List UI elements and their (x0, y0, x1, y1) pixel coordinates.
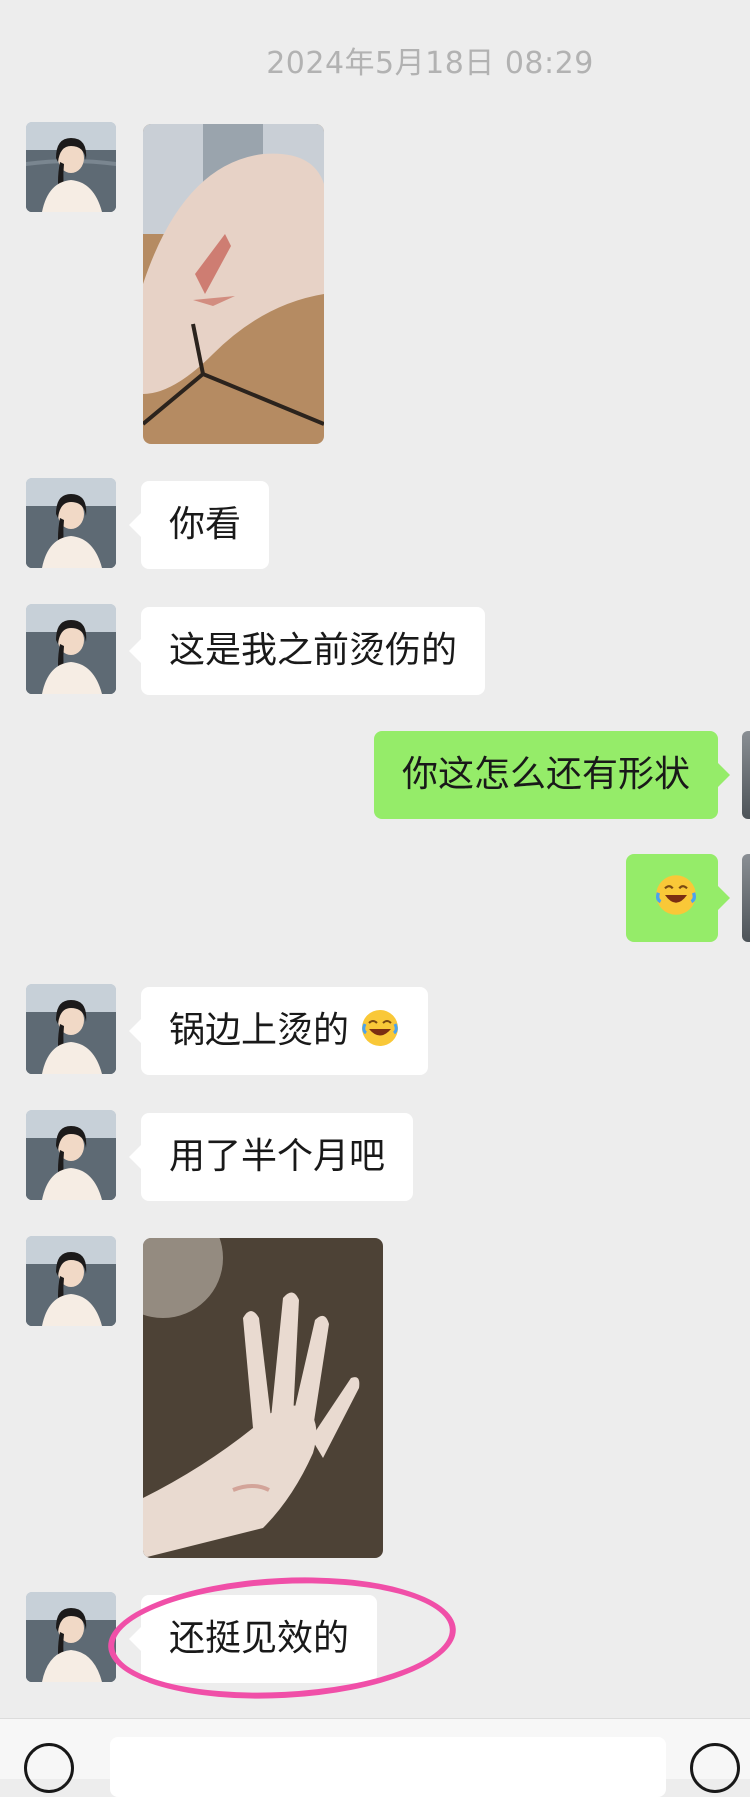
contact-avatar[interactable] (26, 984, 116, 1074)
image-message-healed[interactable] (143, 1238, 383, 1558)
outgoing-emoji-bubble[interactable] (626, 854, 730, 942)
message-bubble[interactable]: 你看 (128, 481, 270, 569)
avatar-photo (26, 984, 116, 1074)
contact-avatar[interactable] (26, 1110, 116, 1200)
input-bar (0, 1718, 750, 1797)
contact-avatar[interactable] (26, 604, 116, 694)
message-text: 你这怎么还有形状 (401, 754, 690, 795)
message-text: 这是我之前烫伤的 (169, 630, 458, 671)
message-input[interactable] (110, 1737, 666, 1797)
avatar-photo (26, 1236, 116, 1326)
message-text: 你看 (169, 504, 242, 545)
contact-avatar[interactable] (26, 1592, 116, 1682)
laughing-tears-emoji-icon (362, 1010, 399, 1046)
healed-hand-photo (143, 1238, 383, 1558)
avatar-photo (26, 1110, 116, 1200)
message-text: 还挺见效的 (169, 1618, 350, 1659)
my-avatar[interactable] (742, 731, 750, 819)
chat-timestamp: 2024年5月18日 08:29 (266, 46, 594, 81)
message-text: 锅边上烫的 (169, 1010, 350, 1051)
avatar-photo (26, 1592, 116, 1682)
contact-avatar[interactable] (26, 1236, 116, 1326)
avatar-photo (26, 604, 116, 694)
avatar-photo (26, 122, 116, 212)
message-bubble-highlighted[interactable]: 还挺见效的 (128, 1595, 378, 1683)
my-avatar[interactable] (742, 854, 750, 942)
message-text: 用了半个月吧 (169, 1136, 386, 1177)
outgoing-message-bubble[interactable]: 你这怎么还有形状 (373, 731, 731, 819)
image-message-burn[interactable] (143, 124, 324, 444)
plus-icon[interactable] (690, 1743, 740, 1793)
voice-icon[interactable] (24, 1743, 74, 1793)
avatar-photo (26, 478, 116, 568)
laughing-crying-emoji-icon (656, 875, 696, 915)
message-bubble[interactable]: 这是我之前烫伤的 (128, 607, 486, 695)
burn-photo (143, 124, 324, 444)
message-bubble[interactable]: 锅边上烫的 (128, 987, 429, 1075)
contact-avatar[interactable] (26, 478, 116, 568)
message-bubble[interactable]: 用了半个月吧 (128, 1113, 414, 1201)
contact-avatar[interactable] (26, 122, 116, 212)
